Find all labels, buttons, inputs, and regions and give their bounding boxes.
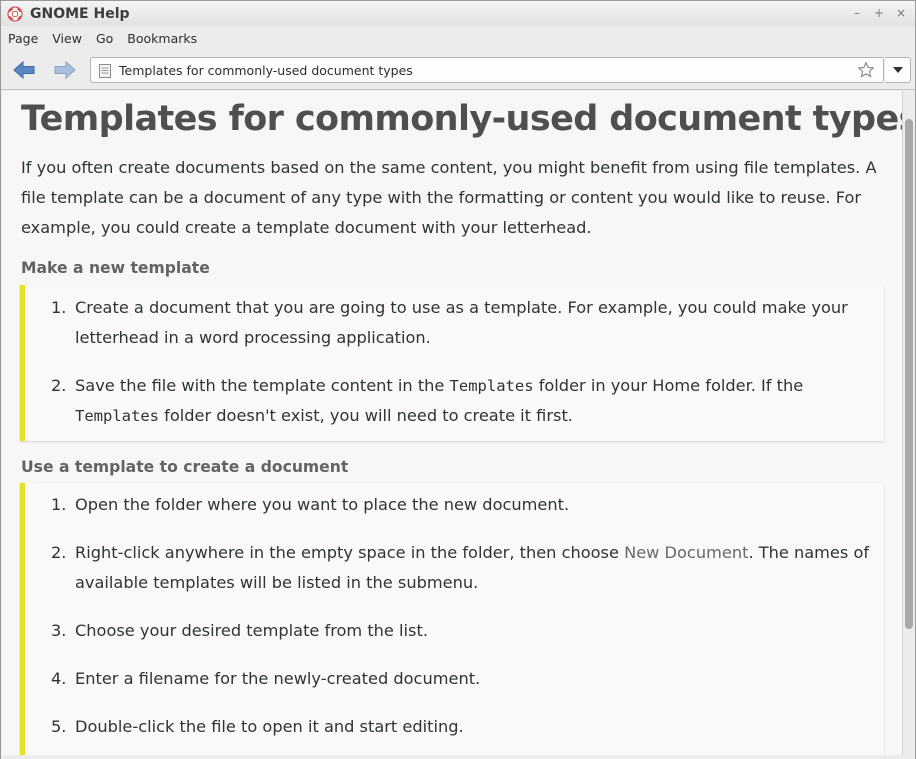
help-window: GNOME Help – + × Page View Go Bookmarks xyxy=(0,0,916,759)
chevron-down-icon xyxy=(892,67,903,73)
window-title: GNOME Help xyxy=(30,5,130,22)
arrow-right-icon xyxy=(54,60,76,80)
intro-paragraph: If you often create documents based on t… xyxy=(21,158,877,237)
title-bar: GNOME Help – + × xyxy=(1,1,915,26)
templates-folder-code: Templates xyxy=(449,377,534,395)
page-title: Templates for commonly-used document typ… xyxy=(21,99,902,139)
step-number: 2. xyxy=(51,543,67,562)
menu-bookmarks[interactable]: Bookmarks xyxy=(127,29,203,48)
scrollbar-thumb[interactable] xyxy=(905,119,913,629)
new-document-link[interactable]: New Document xyxy=(624,543,748,562)
section-title-make-template: Make a new template xyxy=(21,259,210,277)
star-icon[interactable] xyxy=(857,61,875,79)
step-number: 5. xyxy=(51,717,67,736)
maximize-icon[interactable]: + xyxy=(873,5,885,21)
window-bottom-edge xyxy=(1,755,915,759)
lifebuoy-icon xyxy=(7,6,23,22)
page-icon xyxy=(99,63,111,78)
menu-go[interactable]: Go xyxy=(96,29,119,48)
steps-make-template: 1. Create a document that you are going … xyxy=(20,285,884,441)
close-icon[interactable]: × xyxy=(895,5,907,21)
window-controls: – + × xyxy=(851,5,907,21)
menu-bar: Page View Go Bookmarks xyxy=(1,26,915,50)
step-number: 4. xyxy=(51,669,67,688)
step-number: 1. xyxy=(51,298,67,317)
step-text: Create a document that you are going to … xyxy=(75,298,848,347)
home-folder-label: Home xyxy=(652,376,701,395)
minimize-icon[interactable]: – xyxy=(851,5,863,21)
steps-use-template: 1. Open the folder where you want to pla… xyxy=(20,483,884,755)
menu-view[interactable]: View xyxy=(52,29,88,48)
step-text: Right-click anywhere in the empty space … xyxy=(75,543,870,592)
step-text: Choose your desired template from the li… xyxy=(75,621,428,640)
forward-button[interactable] xyxy=(53,58,77,82)
step-number: 3. xyxy=(51,621,67,640)
toolbar: Templates for commonly-used document typ… xyxy=(1,50,915,90)
step-text: Save the file with the template content … xyxy=(75,376,804,425)
step-text: Enter a filename for the newly-created d… xyxy=(75,669,481,688)
step-text: Double-click the file to open it and sta… xyxy=(75,717,464,736)
menu-page[interactable]: Page xyxy=(8,29,44,48)
vertical-scrollbar[interactable] xyxy=(902,91,915,755)
step-number: 2. xyxy=(51,376,67,395)
help-content: Templates for commonly-used document typ… xyxy=(2,91,902,755)
location-dropdown-button[interactable] xyxy=(885,57,911,83)
step-number: 1. xyxy=(51,495,67,514)
back-button[interactable] xyxy=(12,58,36,82)
arrow-left-icon xyxy=(13,60,35,80)
section-title-use-template: Use a template to create a document xyxy=(21,458,349,476)
location-text: Templates for commonly-used document typ… xyxy=(119,62,413,78)
step-text: Open the folder where you want to place … xyxy=(75,495,570,514)
templates-folder-code: Templates xyxy=(75,407,159,425)
location-bar[interactable]: Templates for commonly-used document typ… xyxy=(90,57,884,83)
